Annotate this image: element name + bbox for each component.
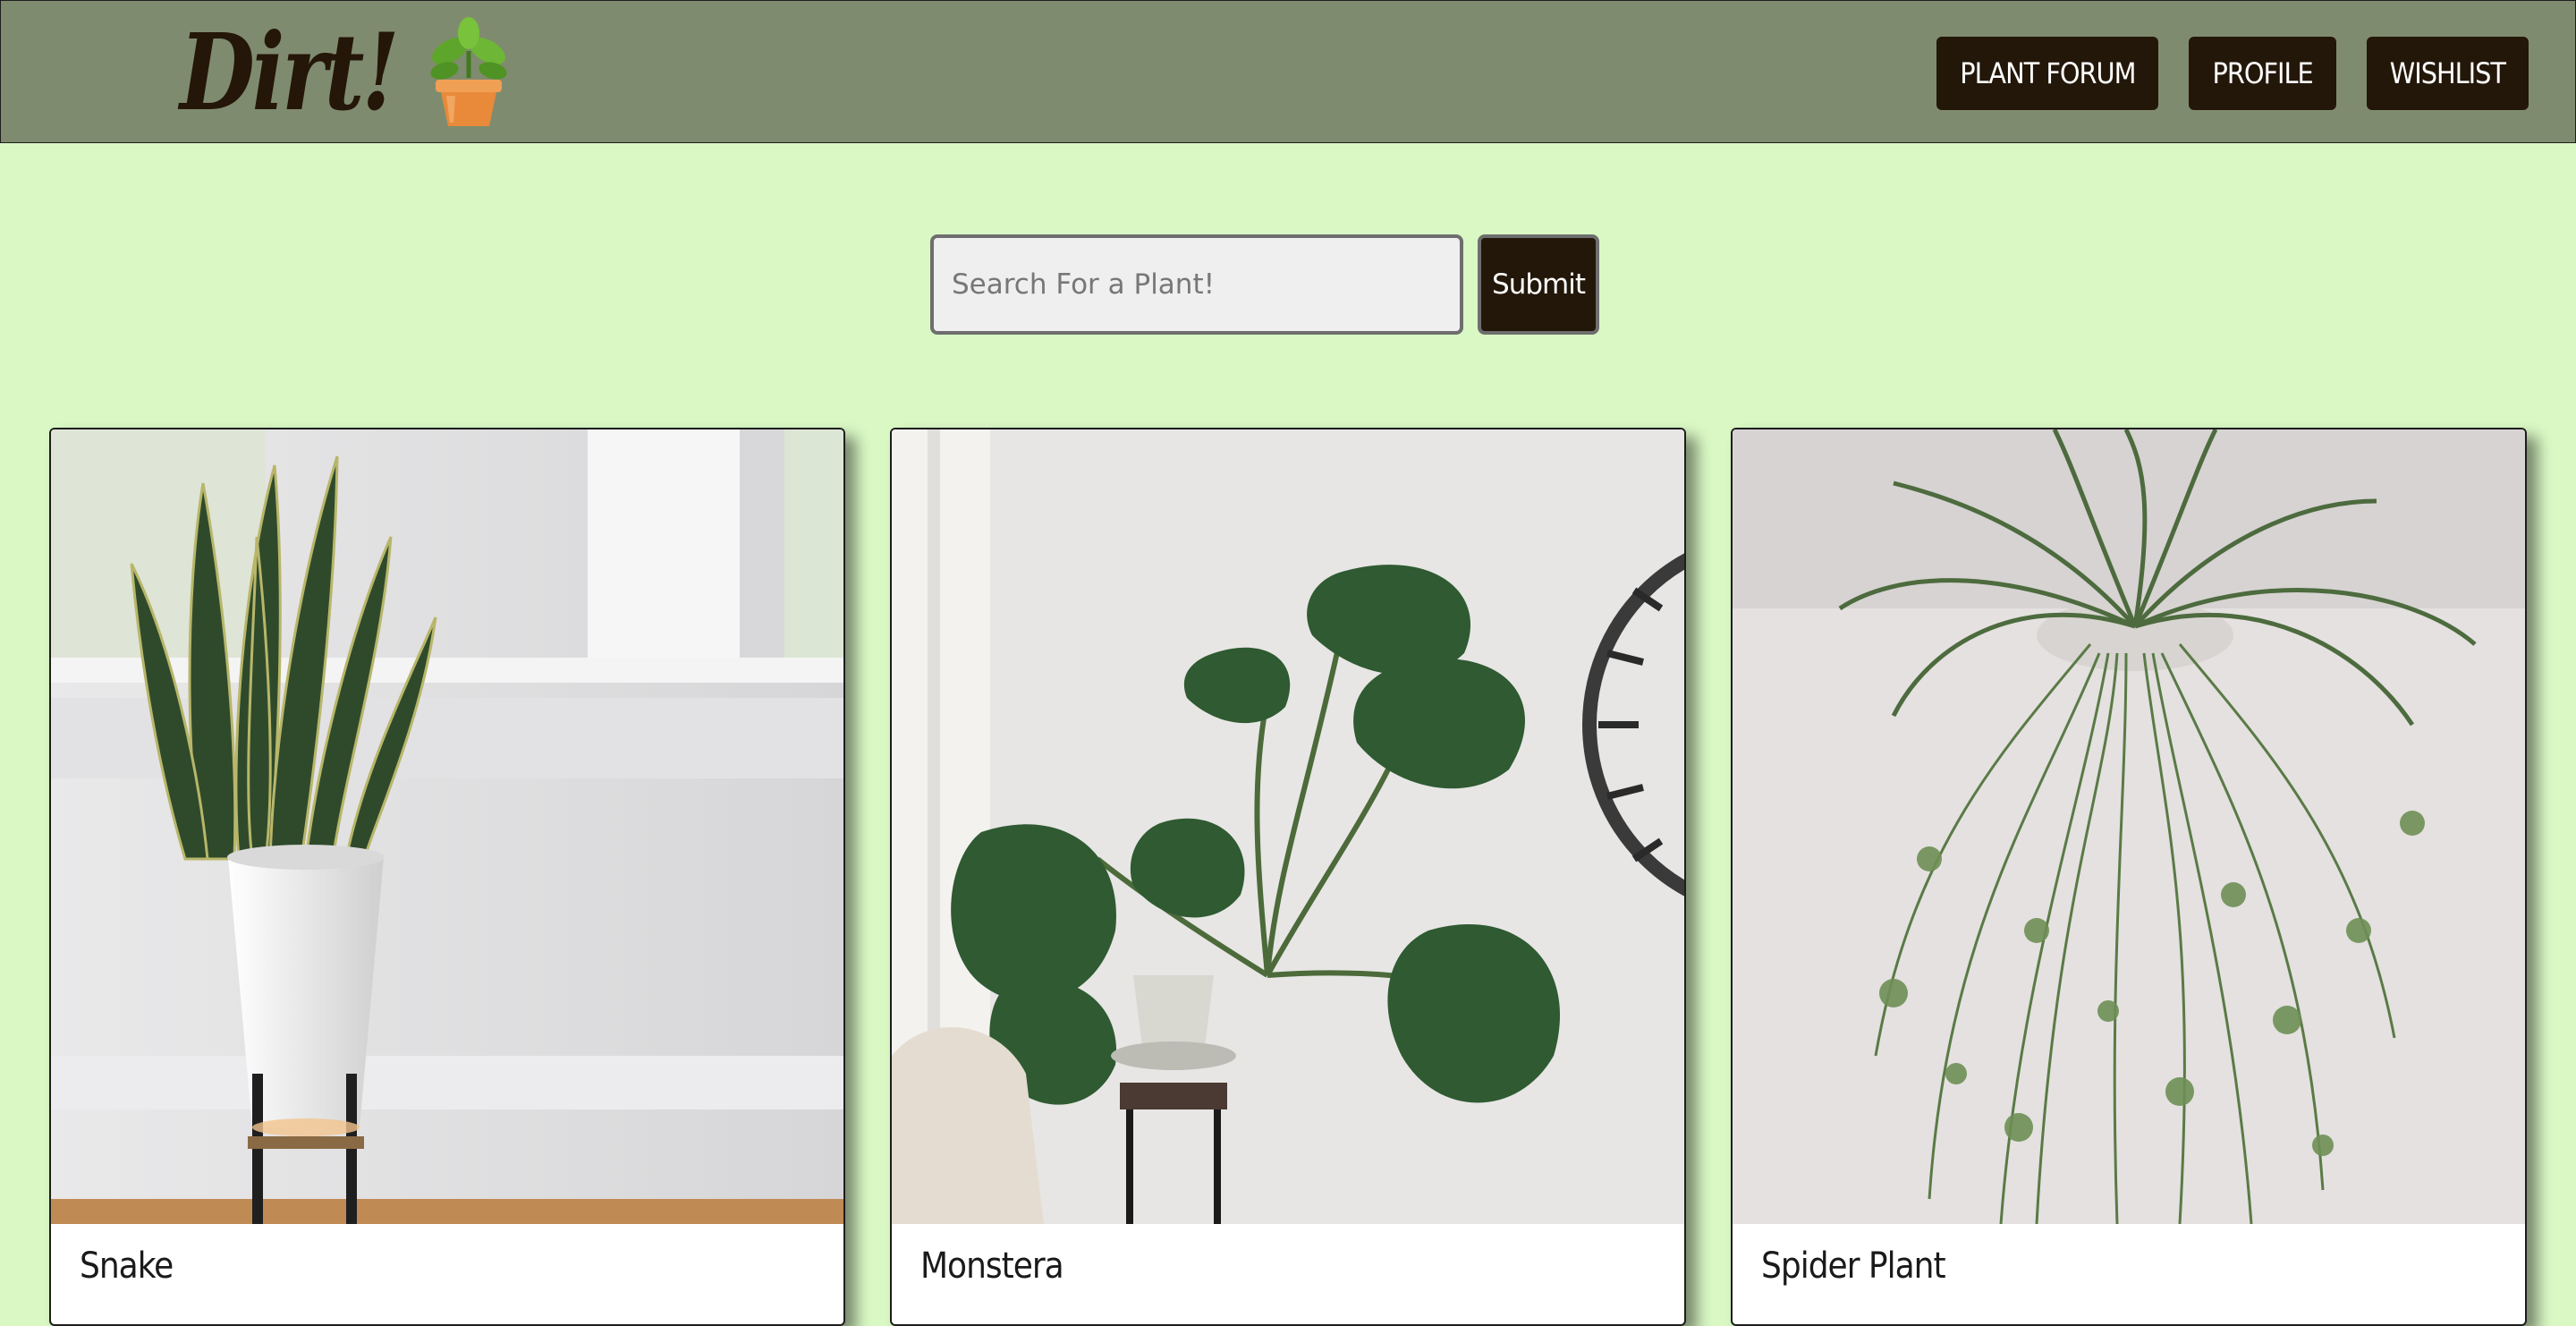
plant-card-title: Snake	[80, 1245, 174, 1287]
plant-card-monstera[interactable]: Monstera	[890, 428, 1686, 1326]
plant-card-grid: Snake Monstera Spider Plant	[49, 428, 2527, 1326]
submit-button[interactable]: Submit	[1478, 234, 1599, 335]
nav-plant-forum-button[interactable]: PLANT FORUM	[1936, 37, 2159, 110]
plant-card-snake[interactable]: Snake	[49, 428, 845, 1326]
nav-links: PLANT FORUM PROFILE WISHLIST	[1936, 37, 2529, 110]
brand-logo[interactable]: Dirt!	[180, 10, 518, 135]
plant-card-spider-plant[interactable]: Spider Plant	[1731, 428, 2527, 1326]
nav-wishlist-button[interactable]: WISHLIST	[2366, 37, 2529, 110]
navbar: Dirt! PLANT FORUM PROFILE WISHLIST	[0, 0, 2576, 143]
spider-plant-image	[1733, 429, 2525, 1224]
nav-profile-button[interactable]: PROFILE	[2189, 37, 2336, 110]
plant-card-title: Spider Plant	[1761, 1245, 1946, 1287]
monstera-plant-image	[892, 429, 1684, 1224]
brand-name: Dirt!	[180, 10, 400, 134]
potted-plant-icon	[430, 17, 507, 126]
plant-card-title: Monstera	[920, 1245, 1064, 1287]
search-input[interactable]	[930, 234, 1463, 335]
snake-plant-image	[51, 429, 843, 1224]
search-form: Submit	[930, 234, 1599, 335]
